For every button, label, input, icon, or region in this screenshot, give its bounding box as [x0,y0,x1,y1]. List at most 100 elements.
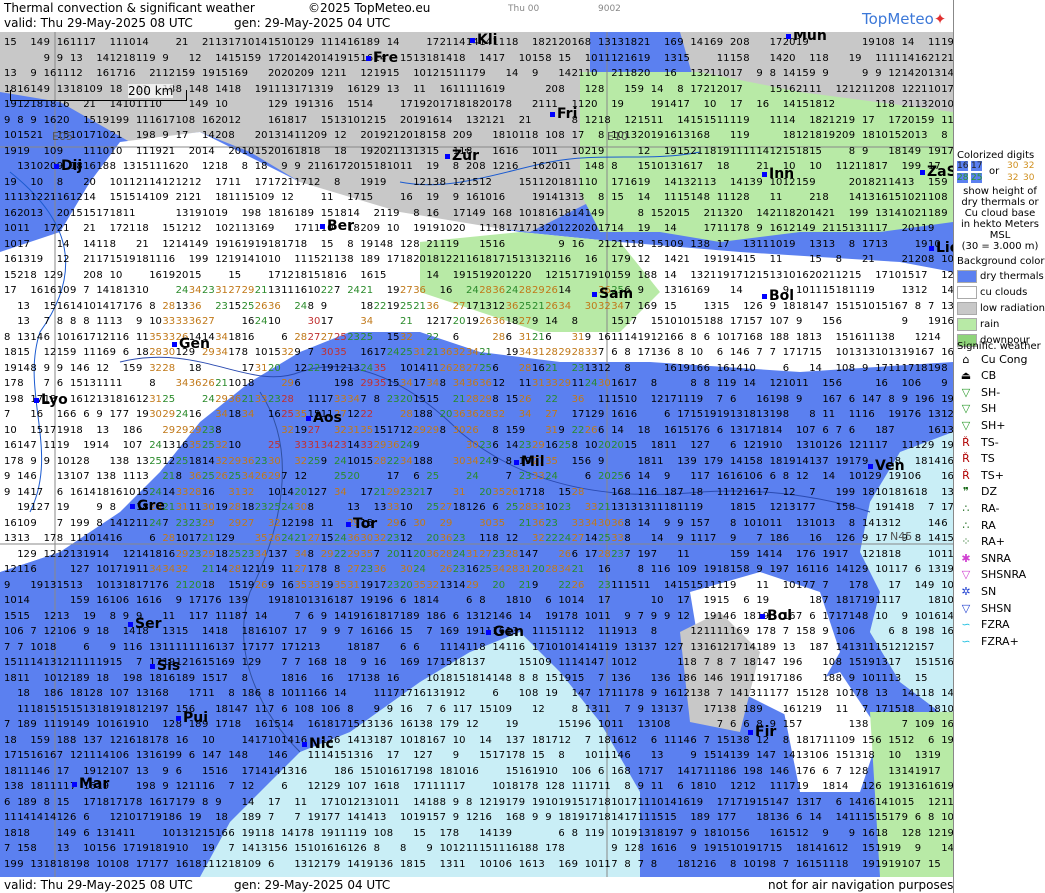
legend-swatch [957,285,977,299]
legend-wx-label: SH+ [981,419,1005,432]
city-label: Sam [599,286,633,302]
city-fre[interactable]: Fre [366,50,398,66]
weather-map[interactable]: 15 14 9 16 11 17 11 10 14 21 21 13 17 10 14 15 10 12 9 11 14… [0,32,953,877]
city-label: Sis [157,658,180,674]
city-inn[interactable]: Inn [762,166,794,182]
city-marker-icon [320,223,325,229]
legend-bg-label: rain [980,319,999,330]
city-gen[interactable]: Gen [172,336,210,352]
city-aos[interactable]: Aos [306,410,342,426]
legend-wx-sh-: ▽ SH+ [957,417,1006,433]
cb-icon: ⏏ [957,369,975,382]
city-mun[interactable]: Mun [786,32,827,44]
legend-wx-label: SHSN [981,602,1011,615]
city-zr[interactable]: Zür [445,148,479,164]
map-header: Thermal convection & significant weather… [0,0,953,32]
city-marker-icon [130,503,135,509]
legend-bg-low-radiation: low radiation [957,301,1045,315]
city-sam[interactable]: Sam [592,286,633,302]
city-marker-icon [760,613,765,619]
legend-panel: Colorized digits 16 17 or 30 32 28 25 32… [953,0,1045,893]
city-gre[interactable]: Gre [130,498,165,514]
legend-wx-label: DZ [981,485,997,498]
city-ser[interactable]: Ser [128,616,161,632]
valid-time: valid: Thu 29-May-2025 08 UTC [4,16,193,30]
city-marker-icon [762,293,767,299]
footer-valid: valid: Thu 29-May-2025 08 UTC [4,878,193,892]
legend-wx-label: TS- [981,436,999,449]
city-bol[interactable]: Bol [760,608,792,624]
legend-colorized-title: Colorized digits [957,150,1034,161]
city-marker-icon [514,459,519,465]
city-kli[interactable]: Kli [470,32,497,48]
city-nic[interactable]: Nic [302,736,334,752]
city-mil[interactable]: Mil [514,454,545,470]
legend-wx-label: FZRA [981,618,1010,631]
legend-wx-ra: ∴ RA [957,517,996,533]
city-label: Bol [767,608,792,624]
city-marker-icon [550,111,555,117]
city-label: Tor [353,516,377,532]
city-dij[interactable]: Dij [54,158,82,174]
legend-wx-dz: ❞ DZ [957,484,997,500]
legend-wx-cb: ⏏ CB [957,368,996,384]
city-fri[interactable]: Fri [550,106,577,122]
city-mar[interactable]: Mar [72,776,109,792]
city-label: Gre [137,498,165,514]
city-label: Gen [493,624,524,640]
city-label: Lie [936,240,953,256]
legend-background-title: Background color [957,256,1044,267]
legend-wx-ra-: ∴ RA- [957,500,1000,516]
legend-wx-fzra-: ∽ FZRA+ [957,633,1018,649]
legend-wx-label: Cu Cong [981,353,1028,366]
city-label: Mil [521,454,545,470]
shower-icon: ▽ [957,402,975,415]
city-lyo[interactable]: Lyo [34,392,68,408]
legend-bg-cu-clouds: cu clouds [957,285,1027,299]
city-marker-icon [786,33,791,39]
legend-wx-label: SH [981,402,996,415]
freezing-rain-icon: ∽ [957,618,975,631]
city-label: Aos [313,410,342,426]
city-ven[interactable]: Ven [868,458,905,474]
city-label: Dij [61,158,82,174]
city-label: Ber [327,218,354,234]
grid-label-n45: N45 [890,531,912,542]
snow-icon: ✲ [957,585,975,598]
city-marker-icon [346,521,351,527]
city-marker-icon [302,741,307,747]
footer-gen: gen: 29-May-2025 04 UTC [234,878,390,892]
rain-heavy-icon: ⁘ [957,535,975,548]
legend-wx-ts-: Ř TS+ [957,467,1004,483]
city-marker-icon [128,621,133,627]
city-marker-icon [54,163,59,169]
legend-swatch [957,301,977,315]
city-bol[interactable]: Bol [762,288,794,304]
city-zas[interactable]: ZaS [920,164,953,180]
day-label: Thu 00 [508,4,539,14]
city-lie[interactable]: Lie [929,240,953,256]
city-marker-icon [176,715,181,721]
legend-wx-label: TS+ [981,469,1004,482]
legend-wx-label: RA+ [981,535,1005,548]
city-fir[interactable]: Fir [748,724,776,740]
generated-time: gen: 29-May-2025 04 UTC [234,16,390,30]
scale-label: 200 km [128,84,174,98]
grid-label-e05: E05 [52,131,73,142]
legend-wx-fzra: ∽ FZRA [957,617,1010,633]
city-label: Mun [793,32,827,44]
legend-wx-ts: Ř TS [957,451,995,467]
copyright: ©2025 TopMeteo.eu [308,1,430,15]
city-sis[interactable]: Sis [150,658,180,674]
city-ber[interactable]: Ber [320,218,354,234]
legend-wx-label: SHSNRA [981,568,1026,581]
drizzle-icon: ❞ [957,485,975,498]
city-tor[interactable]: Tor [346,516,377,532]
legend-bg-label: dry thermals [980,271,1044,282]
city-pui[interactable]: Pui [176,710,208,726]
city-label: Fre [373,50,398,66]
legend-bg-dry-thermals: dry thermals [957,269,1044,283]
legend-wx-cu-cong: ⌂ Cu Cong [957,351,1028,367]
legend-wx-sh-: ▽ SH- [957,384,1000,400]
city-gen[interactable]: Gen [486,624,524,640]
